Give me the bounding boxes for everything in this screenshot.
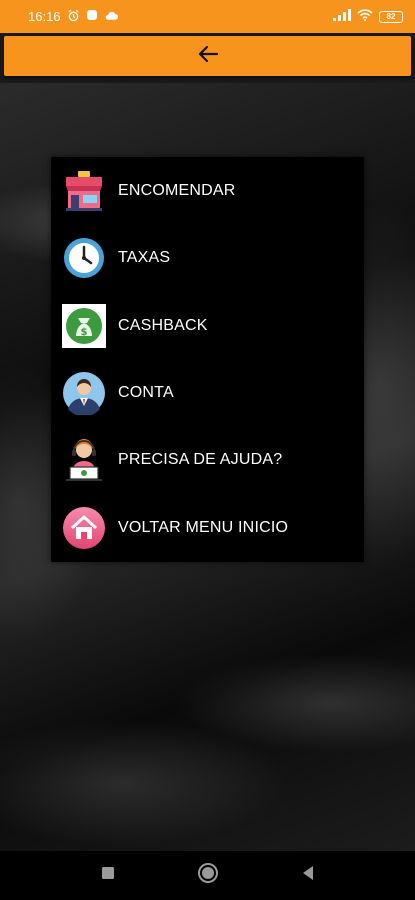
menu-item-cashback[interactable]: $ CASHBACK [51,294,364,358]
menu-panel: ENCOMENDAR TAXAS $ CASHBACK CONTA PRECIS… [51,157,364,562]
signal-icon [333,9,351,24]
support-agent-icon [62,438,106,482]
back-button[interactable] [188,38,228,74]
menu-item-voltar-inicio[interactable]: VOLTAR MENU INICIO [51,496,364,560]
status-time: 16:16 [28,9,61,24]
system-navigation-bar [0,851,415,900]
cloud-icon [104,9,119,24]
home-nav-button[interactable] [193,861,223,891]
money-bag-icon: $ [62,304,106,348]
menu-item-taxas[interactable]: TAXAS [51,226,364,290]
menu-item-label: TAXAS [118,249,171,266]
menu-item-label: PRECISA DE AJUDA? [118,451,283,468]
home-icon [62,506,106,550]
recent-apps-button[interactable] [93,861,123,891]
alarm-icon [67,9,80,25]
svg-text:$: $ [81,327,88,338]
back-triangle-icon [301,865,315,886]
top-toolbar [4,36,411,76]
user-avatar-icon [62,371,106,415]
menu-item-conta[interactable]: CONTA [51,361,364,425]
status-bar: 16:16 82 [0,0,415,33]
home-circle-icon [197,862,219,889]
menu-item-label: VOLTAR MENU INICIO [118,519,289,536]
notification-square-icon [86,9,98,24]
menu-item-label: ENCOMENDAR [118,182,236,199]
menu-item-encomendar[interactable]: ENCOMENDAR [51,159,364,223]
wifi-icon [357,9,373,24]
back-nav-button[interactable] [293,861,323,891]
status-right: 82 [333,9,403,24]
battery-icon: 82 [379,10,403,23]
menu-item-ajuda[interactable]: PRECISA DE AJUDA? [51,428,364,492]
arrow-left-icon [197,45,219,68]
menu-item-label: CASHBACK [118,317,208,334]
store-icon [62,169,106,213]
clock-icon [62,236,106,280]
recent-apps-icon [101,866,115,885]
menu-item-label: CONTA [118,384,174,401]
status-left: 16:16 [28,9,119,25]
